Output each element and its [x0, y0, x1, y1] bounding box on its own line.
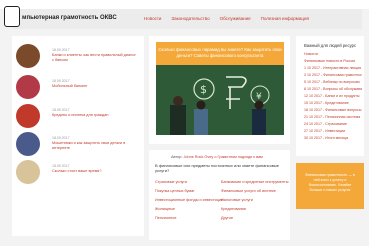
article-thumbnail[interactable] — [16, 75, 40, 99]
article-thumbnail[interactable] — [16, 132, 40, 156]
article-thumbnail[interactable] — [16, 160, 40, 184]
svg-text:$: $ — [200, 83, 207, 96]
featured-article: Сколько финансовых пирамид вы знаете? Ка… — [149, 36, 290, 144]
article-thumbnail[interactable] — [16, 44, 40, 68]
poll-option[interactable]: Инвестиционные фонды и инвестиции — [155, 198, 223, 202]
window-top — [0, 0, 369, 9]
article-title[interactable]: Кредиты и ипотека для граждан — [52, 113, 136, 118]
sidebar-link[interactable]: 21 10 2017 - Пенсионная система — [304, 115, 362, 119]
sidebar-link[interactable]: 3 10 2017 - Финансовая грамотность — [304, 73, 362, 77]
poll-option[interactable]: Банковские и кредитные инструменты — [221, 180, 288, 184]
article-date: 18.09.2017 — [52, 136, 70, 140]
list-item[interactable]: 18.09.2017 Кредиты и ипотека для граждан — [16, 104, 140, 130]
sidebar-link[interactable]: 1 10 2017 - Интерактивная лекция — [304, 66, 362, 70]
poll-option[interactable]: Жилищные — [155, 207, 175, 211]
list-item[interactable]: 18.09.2017 Мошенники и как защитить свои… — [16, 132, 140, 158]
poll-option[interactable]: Страховые услуги — [155, 180, 187, 184]
window-tab-frame[interactable] — [4, 6, 20, 27]
site-brand[interactable]: мпьютерная грамотность ОКВС — [22, 15, 117, 21]
article-title[interactable]: Мобильный банкинг — [52, 84, 136, 89]
promo-text: Финансовая грамотность — в ней ключ к ус… — [305, 173, 355, 192]
sidebar-link[interactable]: 15 10 2017 - Кредитование — [304, 101, 362, 105]
promo-card[interactable]: Финансовая грамотность — в ней ключ к ус… — [296, 163, 364, 209]
article-date: 18.09.2017 — [52, 108, 70, 112]
nav-item-news[interactable]: Новости — [144, 16, 161, 21]
site-header: мпьютерная грамотность ОКВС Новости Зако… — [12, 9, 362, 29]
article-date: 18.09.2017 — [52, 79, 70, 83]
list-item[interactable]: 18.09.2017 Мобильный банкинг — [16, 75, 140, 101]
list-item[interactable]: 18.09.2017 Банки и клиенты: как вести пр… — [16, 44, 140, 70]
poll-option[interactable]: Кредитования — [221, 207, 246, 211]
sidebar-link[interactable]: 8 10 2017 - Вопросы об обслуживании — [304, 87, 362, 91]
nav-item-legislation[interactable]: Законодательство — [171, 16, 209, 21]
poll-card: Автор: Johns Rock Ovey о Грамотном подхо… — [149, 150, 290, 240]
author-line: Автор: Johns Rock Ovey о Грамотном подхо… — [171, 155, 263, 159]
author-label: Автор: — [171, 155, 183, 159]
poll-option[interactable]: Финансовые услуги об ипотеке — [221, 189, 276, 193]
article-title[interactable]: Банки и клиенты: как вести правильный ди… — [52, 53, 136, 63]
chalkboard-illustration: $ ¥ — [156, 65, 284, 135]
left-article-list: 18.09.2017 Банки и клиенты: как вести пр… — [12, 36, 144, 236]
main-nav: Новости Законодательство Обслуживание По… — [144, 16, 309, 21]
article-date: 18.09.2017 — [52, 48, 70, 52]
article-date: 18.09.2017 — [52, 164, 70, 168]
sidebar-link[interactable]: 12 10 2017 - Банки и их продукты — [304, 94, 362, 98]
sidebar-link[interactable]: Новости — [304, 52, 362, 56]
sidebar-link[interactable]: 27 10 2017 - Инвестиции — [304, 129, 362, 133]
author-name[interactable]: Johns Rock Ovey о Грамотном подходе к ва… — [184, 155, 263, 159]
nav-item-useful-info[interactable]: Полезная информация — [261, 16, 309, 21]
poll-option[interactable]: Пенсионное — [155, 216, 177, 220]
featured-banner[interactable]: Сколько финансовых пирамид вы знаете? Ка… — [156, 42, 284, 65]
featured-image[interactable]: $ ¥ — [156, 65, 284, 135]
sidebar-link[interactable]: 30 10 2017 - Итоги месяца — [304, 136, 362, 140]
article-title[interactable]: Мошенники и как защитить свои деньги в и… — [52, 141, 136, 151]
article-thumbnail[interactable] — [16, 104, 40, 128]
sidebar-link[interactable]: 24 10 2017 - Страхование — [304, 122, 362, 126]
right-sidebar: Важный для людей ресурс Новости Финансов… — [296, 36, 364, 156]
sidebar-link[interactable]: 18 10 2017 - Финансовые вопросы — [304, 108, 362, 112]
poll-option[interactable]: Другое — [221, 216, 233, 220]
poll-option[interactable]: Налоговые услуги — [221, 198, 253, 202]
sidebar-link[interactable]: Финансовые новости в России — [304, 59, 362, 63]
poll-option[interactable]: Покупка ценных бумаг — [155, 189, 195, 193]
list-item[interactable]: 18.09.2017 Сколько стоит ваше время? — [16, 160, 140, 186]
nav-item-service[interactable]: Обслуживание — [220, 16, 251, 21]
sidebar-heading: Важный для людей ресурс — [304, 43, 357, 48]
article-title[interactable]: Сколько стоит ваше время? — [52, 169, 136, 174]
sidebar-link[interactable]: 5 10 2017 - Вебинар по вопросам — [304, 80, 362, 84]
poll-question: В финансовые или предметы постоянных или… — [155, 163, 280, 173]
